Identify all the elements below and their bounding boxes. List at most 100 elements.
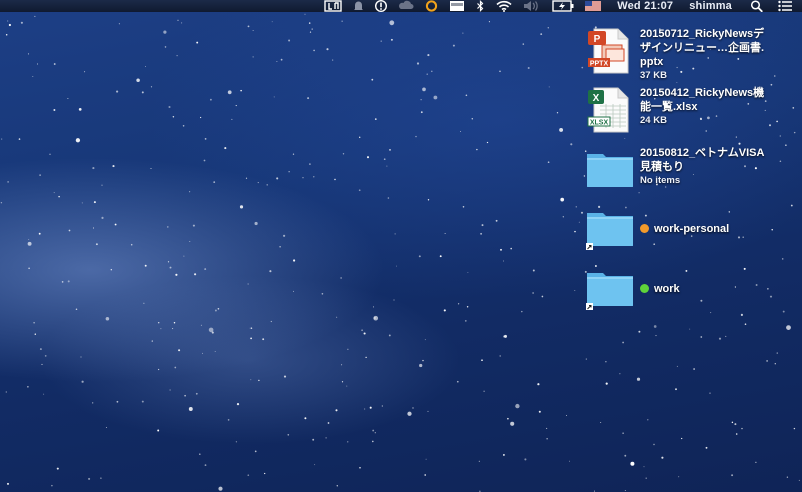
star <box>372 429 375 432</box>
info-circle-icon[interactable] <box>375 0 388 12</box>
star <box>208 327 214 333</box>
star <box>653 325 657 328</box>
star <box>56 467 59 470</box>
star <box>374 432 376 434</box>
keyboard-icon[interactable] <box>449 0 465 12</box>
xlsx-file-icon: X XLSX <box>586 86 634 134</box>
desktop-item-work-personal[interactable]: work-personal <box>586 205 770 253</box>
star <box>204 138 207 140</box>
star <box>327 422 330 424</box>
menubar-clock[interactable]: Wed 21:07 <box>617 0 673 12</box>
star <box>7 20 9 22</box>
star <box>371 440 374 443</box>
star <box>43 393 45 395</box>
star <box>53 63 56 65</box>
star <box>136 78 140 82</box>
star <box>427 54 430 57</box>
star <box>389 149 391 151</box>
star <box>141 400 144 403</box>
star <box>184 394 186 397</box>
star <box>213 181 216 183</box>
star <box>565 414 568 417</box>
desktop-item-visa-folder[interactable]: 20150812_ベトナムVISA見積もり No items <box>586 146 770 194</box>
star <box>227 419 230 421</box>
star <box>258 379 260 382</box>
star <box>100 477 102 479</box>
star <box>464 320 467 322</box>
star <box>424 474 427 476</box>
star <box>769 295 773 298</box>
desktop-item-pptx[interactable]: P PPTX 20150712_RickyNewsデザインリニュー…企画書.pp… <box>586 27 770 82</box>
star <box>150 86 153 88</box>
star <box>88 477 91 480</box>
star <box>744 323 747 325</box>
star <box>313 49 315 52</box>
sync-ring-icon[interactable] <box>425 0 438 12</box>
star <box>371 78 374 81</box>
star <box>452 44 455 47</box>
star <box>80 356 82 358</box>
star <box>705 446 708 449</box>
star <box>562 216 564 218</box>
star <box>214 351 216 353</box>
star <box>569 460 571 462</box>
star <box>522 43 525 45</box>
star <box>78 108 82 111</box>
desktop-item-work[interactable]: work <box>586 265 770 313</box>
star <box>39 348 42 351</box>
wifi-icon[interactable] <box>496 0 512 12</box>
star <box>280 58 283 61</box>
star <box>347 348 349 350</box>
star <box>393 299 395 301</box>
star <box>112 165 115 168</box>
star <box>771 229 773 231</box>
star <box>419 363 423 368</box>
star <box>287 433 290 436</box>
notification-bell-icon[interactable] <box>353 0 364 12</box>
star <box>157 321 160 324</box>
star <box>524 458 527 461</box>
star <box>471 118 474 120</box>
star <box>252 29 254 31</box>
star <box>92 167 95 170</box>
star <box>41 363 43 365</box>
notification-center-icon[interactable] <box>778 0 792 12</box>
star <box>645 477 647 479</box>
star <box>93 201 96 204</box>
star <box>467 272 469 274</box>
star <box>755 461 757 463</box>
desktop-item-xlsx[interactable]: X XLSX 20150412_RickyNews機能一覧.xlsx 24 KB <box>586 86 770 134</box>
star <box>326 48 329 51</box>
cloud-icon[interactable] <box>398 0 414 12</box>
menubar-user[interactable]: shimma <box>689 0 732 12</box>
star <box>288 171 290 173</box>
star <box>418 255 421 258</box>
star <box>578 221 580 223</box>
star <box>416 62 420 65</box>
star <box>257 182 259 184</box>
star <box>709 392 711 394</box>
star <box>116 90 119 93</box>
star <box>163 30 167 34</box>
menu-app-icon[interactable] <box>324 0 342 12</box>
star <box>204 464 207 466</box>
star <box>359 136 361 138</box>
spotlight-search-icon[interactable] <box>750 0 764 12</box>
star <box>271 21 273 23</box>
star <box>383 158 386 161</box>
bluetooth-icon[interactable] <box>476 0 485 12</box>
star <box>335 409 338 412</box>
volume-icon[interactable] <box>523 0 541 12</box>
star <box>239 205 244 209</box>
svg-text:P: P <box>594 34 601 45</box>
star <box>396 265 397 267</box>
star <box>386 165 388 167</box>
folder-name-work-personal: work-personal <box>654 223 730 235</box>
star <box>95 243 98 246</box>
us-flag-icon[interactable] <box>585 0 602 12</box>
star <box>427 410 429 412</box>
star <box>439 255 442 258</box>
battery-charging-icon[interactable] <box>552 0 574 12</box>
star <box>425 458 427 460</box>
star <box>151 340 153 342</box>
